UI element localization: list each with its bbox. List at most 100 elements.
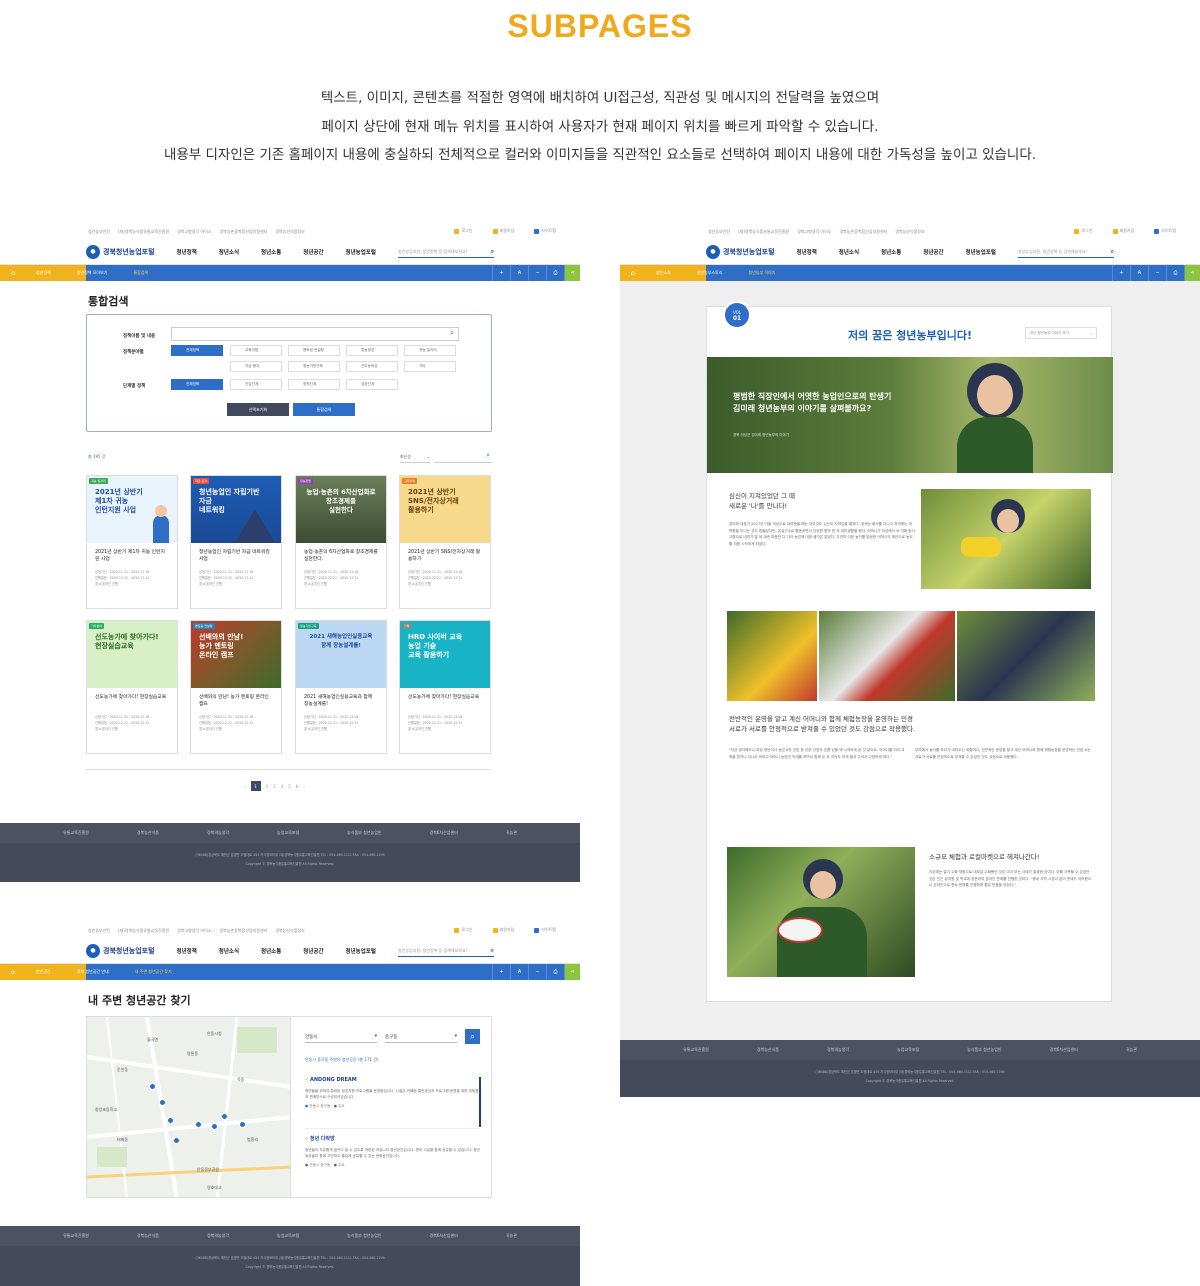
list-search-input[interactable]: ⌕: [434, 451, 492, 463]
previous-story-select[interactable]: 지난 청년농부 이야기 보기 ⌄: [1025, 327, 1097, 339]
footer-link[interactable]: 유통교육진흥원: [63, 1233, 89, 1239]
search-icon[interactable]: ⌕: [1111, 248, 1114, 256]
page-button[interactable]: 5: [288, 784, 291, 789]
menu-item[interactable]: 청년공간: [923, 248, 943, 256]
policy-card[interactable]: 귀농·일자리 2021년 상반기 제1차 귀농 인턴지원 사업 2021년 상반기…: [86, 475, 178, 609]
menu-item[interactable]: 청년정책: [177, 248, 197, 256]
menu-item[interactable]: 청년소통: [261, 947, 281, 955]
login-link[interactable]: 로그인: [454, 927, 473, 933]
sitemap-link[interactable]: 사이트맵: [1154, 228, 1176, 234]
zoom-in-button[interactable]: +: [1112, 265, 1130, 281]
print-icon[interactable]: ⎙: [546, 265, 564, 281]
field-checkbox[interactable]: 귀농·일자리: [404, 345, 456, 356]
search-icon[interactable]: ⌕: [486, 451, 490, 460]
login-link[interactable]: 로그인: [1074, 228, 1093, 234]
menu-item[interactable]: 청년소식: [219, 947, 239, 955]
join-link[interactable]: 회원가입: [492, 228, 514, 234]
page-button[interactable]: 3: [273, 784, 276, 789]
policy-card[interactable]: 창농창업 농업·농촌의 6차산업화로 창조경제를 실현한다 농업·농촌의 6차산업…: [295, 475, 387, 609]
footer-link[interactable]: 농업교육포털: [897, 1047, 919, 1053]
map-pin-icon[interactable]: [211, 1123, 218, 1130]
util-link[interactable]: (재)경북농식품유통교육진흥원: [118, 229, 169, 235]
menu-item[interactable]: 청년정책: [177, 947, 197, 955]
share-icon[interactable]: ⋖: [1184, 265, 1200, 281]
policy-card[interactable]: 기타 HRD 사이버 교육 농업 기술 교육 활용하기 선도농가에 찾아가다! 현…: [399, 620, 491, 754]
crumb-3[interactable]: 청년농부 이야기: [749, 270, 776, 276]
footer-link[interactable]: 농식품부 청년농업인: [967, 1047, 1001, 1053]
footer-link[interactable]: 경북의농생각: [827, 1047, 849, 1053]
util-link[interactable]: 경북고향생각 아이소: [177, 928, 211, 934]
crumb-1[interactable]: 청년정책: [36, 270, 51, 276]
footer-link[interactable]: 농식품부 청년농업인: [347, 830, 381, 836]
field-checkbox[interactable]: 교육과정: [230, 345, 282, 356]
policy-card[interactable]: 자금·융자 청년농업인 자립기반 자금 네트워킹 청년농업인 자립기반 자금 네트…: [190, 475, 282, 609]
field-all-checkbox[interactable]: 전체정책: [171, 345, 223, 356]
crumb-2[interactable]: 청년정책 모아보기: [77, 270, 108, 276]
space-list-item[interactable]: « ANDONG DREAM 청년들을 위하여 특화된 창업지원 프로그램을 운…: [305, 1077, 480, 1129]
page-button[interactable]: 1: [250, 781, 261, 791]
util-link[interactable]: 경북농촌융복합산업지원센터: [839, 229, 887, 235]
util-link[interactable]: 경북고향생각 아이소: [797, 229, 831, 235]
district-select[interactable]: 중구동 ▾: [385, 1031, 457, 1043]
zoom-out-button[interactable]: −: [1148, 265, 1166, 281]
font-size-button[interactable]: A: [1130, 265, 1148, 281]
footer-link[interactable]: 귀농관: [506, 1233, 517, 1239]
util-link[interactable]: (재)경북농식품유통교육진흥원: [738, 229, 789, 235]
site-logo[interactable]: ● 경북청년농업포털: [86, 244, 155, 259]
search-input[interactable]: 청년농업지원, 청년정책 등 검색해보세요! ⌕: [398, 945, 494, 957]
zoom-in-button[interactable]: +: [492, 964, 510, 980]
field-checkbox[interactable]: 창농창업: [346, 345, 398, 356]
menu-item[interactable]: 청년소식: [219, 248, 239, 256]
field-checkbox[interactable]: 기타: [404, 361, 456, 372]
crumb-2[interactable]: 청년농부스토리: [697, 270, 723, 276]
share-icon[interactable]: ⋖: [564, 964, 580, 980]
policy-card[interactable]: 기타분야 선도농가에 찾아가다! 현장실습교육 선도농가에 찾아가다! 현장실습교…: [86, 620, 178, 754]
menu-item[interactable]: 청년정책: [797, 248, 817, 256]
footer-link[interactable]: 경북농산식품: [137, 1233, 159, 1239]
crumb-1[interactable]: 청년소식: [656, 270, 671, 276]
policy-card[interactable]: 멘토링·컨설팅 선배와의 만남! 농가 멘토링 온라인 캠프 선배와의 만남! 농…: [190, 620, 282, 754]
map-pin-icon[interactable]: [221, 1113, 228, 1120]
sort-select[interactable]: 최신순 ⌄: [400, 451, 430, 463]
util-link[interactable]: 청년농부인턴: [88, 928, 110, 934]
search-button[interactable]: ⌕: [465, 1029, 480, 1044]
menu-item[interactable]: 청년농업포털: [346, 248, 376, 256]
footer-link[interactable]: 경북의농생각: [207, 830, 229, 836]
footer-link[interactable]: 유통교육진흥원: [63, 830, 89, 836]
join-link[interactable]: 회원가입: [492, 927, 514, 933]
policy-card[interactable]: 청농기반구축 2021 새해농업인실용교육 함께 창농설계를! 2021 새해농업…: [295, 620, 387, 754]
stage-checkbox[interactable]: 정착단계: [288, 379, 340, 390]
crumb-1[interactable]: 청년공간: [36, 969, 51, 975]
search-icon[interactable]: ⌕: [491, 947, 494, 955]
field-checkbox[interactable]: 청농기반구축: [288, 361, 340, 372]
search-input[interactable]: 청년농업지원, 청년정책 등 검색해보세요! ⌕: [1018, 246, 1114, 258]
home-icon[interactable]: ⌂: [0, 964, 34, 980]
util-link[interactable]: 경북농산식품정보: [275, 229, 304, 235]
menu-item[interactable]: 청년농업포털: [966, 248, 996, 256]
crumb-3[interactable]: 내 주변 청년공간 찾기: [135, 969, 172, 975]
keyword-input[interactable]: ⌕: [171, 327, 459, 341]
list-scrollbar[interactable]: [479, 1077, 481, 1127]
city-select[interactable]: 안동시 ▾: [305, 1031, 377, 1043]
stage-checkbox[interactable]: 성장단계: [346, 379, 398, 390]
footer-link[interactable]: 경북농산식품: [137, 830, 159, 836]
util-link[interactable]: 경북농촌융복합산업지원센터: [219, 229, 267, 235]
map-pin-icon[interactable]: [149, 1083, 156, 1090]
map-pin-icon[interactable]: [173, 1137, 180, 1144]
sitemap-link[interactable]: 사이트맵: [534, 927, 556, 933]
stage-checkbox[interactable]: 전체정책: [171, 379, 223, 390]
menu-item[interactable]: 청년농업포털: [346, 947, 376, 955]
page-button[interactable]: 4: [281, 784, 284, 789]
util-link[interactable]: 경북농산식품정보: [275, 928, 304, 934]
footer-link[interactable]: 농업교육포털: [277, 1233, 299, 1239]
home-icon[interactable]: ⌂: [0, 265, 34, 281]
footer-link[interactable]: 유통교육진흥원: [683, 1047, 709, 1053]
menu-item[interactable]: 청년공간: [303, 248, 323, 256]
menu-item[interactable]: 청년소식: [839, 248, 859, 256]
util-link[interactable]: 경북고향생각 아이소: [177, 229, 211, 235]
next-page-button[interactable]: ›: [303, 784, 305, 789]
site-logo[interactable]: ● 경북청년농업포털: [706, 244, 775, 259]
menu-item[interactable]: 청년소통: [261, 248, 281, 256]
search-input[interactable]: 청년농업지원, 청년정책 등 검색해보세요! ⌕: [398, 246, 494, 258]
print-icon[interactable]: ⎙: [546, 964, 564, 980]
